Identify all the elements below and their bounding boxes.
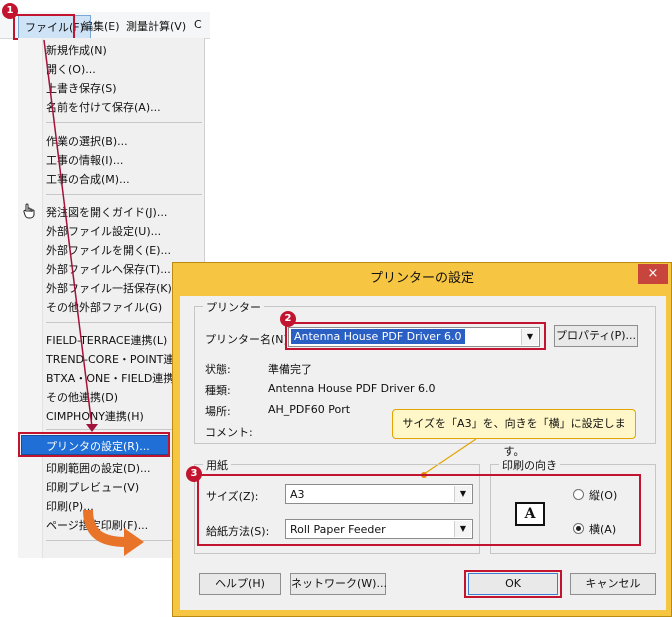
network-button[interactable]: ネットワーク(W)...: [290, 573, 387, 595]
paper-orientation-highlight-frame: [197, 474, 641, 546]
orange-arrow-icon: [83, 509, 144, 556]
step-badge-3: 3: [186, 466, 202, 482]
paper-group-legend: 用紙: [203, 457, 231, 473]
orientation-group-legend: 印刷の向き: [499, 457, 560, 473]
cancel-button[interactable]: キャンセル: [570, 573, 656, 595]
ok-highlight-frame: [464, 570, 562, 598]
help-button[interactable]: ヘルプ(H): [199, 573, 281, 595]
